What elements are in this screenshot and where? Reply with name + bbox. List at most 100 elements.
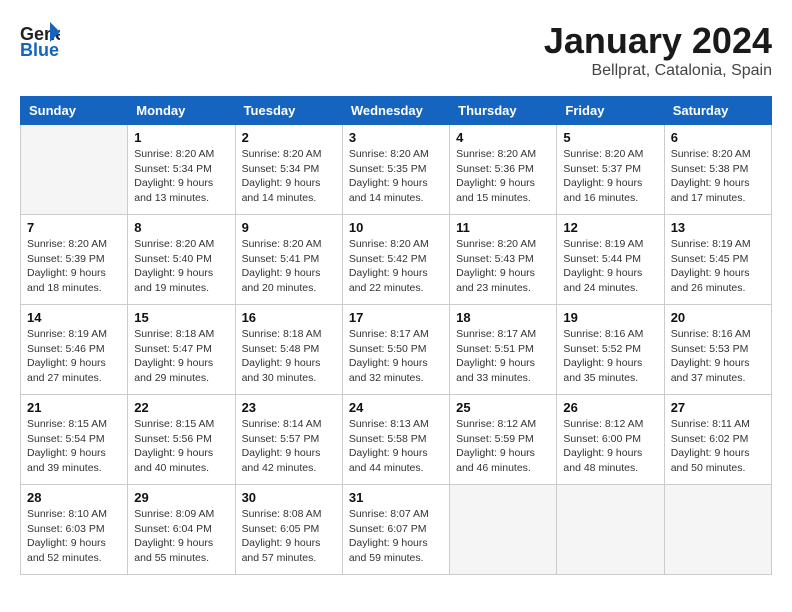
day-info: Sunrise: 8:16 AMSunset: 5:52 PMDaylight:… — [563, 327, 657, 386]
calendar-cell: 10 Sunrise: 8:20 AMSunset: 5:42 PMDayligh… — [342, 215, 449, 305]
calendar-cell: 9 Sunrise: 8:20 AMSunset: 5:41 PMDaylight… — [235, 215, 342, 305]
day-number: 10 — [349, 220, 443, 235]
day-number: 26 — [563, 400, 657, 415]
calendar-cell: 11 Sunrise: 8:20 AMSunset: 5:43 PMDayligh… — [450, 215, 557, 305]
calendar-cell: 25Sunrise: 8:12 AMSunset: 5:59 PMDayligh… — [450, 395, 557, 485]
day-info: Sunrise: 8:20 AMSunset: 5:42 PMDaylight:… — [349, 237, 443, 296]
day-number: 11 — [456, 220, 550, 235]
day-info: Sunrise: 8:19 AMSunset: 5:45 PMDaylight:… — [671, 237, 765, 296]
day-header-sunday: Sunday — [21, 97, 128, 125]
day-number: 2 — [242, 130, 336, 145]
calendar-cell: 2 Sunrise: 8:20 AMSunset: 5:34 PMDaylight… — [235, 125, 342, 215]
day-number: 7 — [27, 220, 121, 235]
week-row-4: 21 Sunrise: 8:15 AMSunset: 5:54 PMDayligh… — [21, 395, 772, 485]
day-header-monday: Monday — [128, 97, 235, 125]
day-info: Sunrise: 8:12 AMSunset: 5:59 PMDaylight:… — [456, 417, 550, 476]
day-info: Sunrise: 8:20 AMSunset: 5:40 PMDaylight:… — [134, 237, 228, 296]
calendar-cell: 28 Sunrise: 8:10 AMSunset: 6:03 PMDayligh… — [21, 485, 128, 575]
week-row-2: 7 Sunrise: 8:20 AMSunset: 5:39 PMDaylight… — [21, 215, 772, 305]
day-info: Sunrise: 8:20 AMSunset: 5:34 PMDaylight:… — [242, 147, 336, 206]
calendar-cell: 4 Sunrise: 8:20 AMSunset: 5:36 PMDaylight… — [450, 125, 557, 215]
day-number: 9 — [242, 220, 336, 235]
day-number: 1 — [134, 130, 228, 145]
day-info: Sunrise: 8:11 AMSunset: 6:02 PMDaylight:… — [671, 417, 765, 476]
day-info: Sunrise: 8:20 AMSunset: 5:36 PMDaylight:… — [456, 147, 550, 206]
day-header-saturday: Saturday — [664, 97, 771, 125]
day-number: 4 — [456, 130, 550, 145]
day-info: Sunrise: 8:14 AMSunset: 5:57 PMDaylight:… — [242, 417, 336, 476]
day-header-thursday: Thursday — [450, 97, 557, 125]
day-info: Sunrise: 8:20 AMSunset: 5:37 PMDaylight:… — [563, 147, 657, 206]
calendar-cell — [557, 485, 664, 575]
day-info: Sunrise: 8:20 AMSunset: 5:41 PMDaylight:… — [242, 237, 336, 296]
day-info: Sunrise: 8:12 AMSunset: 6:00 PMDaylight:… — [563, 417, 657, 476]
day-number: 5 — [563, 130, 657, 145]
calendar-cell: 17 Sunrise: 8:17 AMSunset: 5:50 PMDayligh… — [342, 305, 449, 395]
calendar-cell: 19 Sunrise: 8:16 AMSunset: 5:52 PMDayligh… — [557, 305, 664, 395]
calendar-cell: 7 Sunrise: 8:20 AMSunset: 5:39 PMDaylight… — [21, 215, 128, 305]
calendar-cell — [664, 485, 771, 575]
day-info: Sunrise: 8:13 AMSunset: 5:58 PMDaylight:… — [349, 417, 443, 476]
page-header: General Blue January 2024 Bellprat, Cata… — [20, 20, 772, 80]
calendar-cell: 15Sunrise: 8:18 AMSunset: 5:47 PMDayligh… — [128, 305, 235, 395]
day-info: Sunrise: 8:19 AMSunset: 5:46 PMDaylight:… — [27, 327, 121, 386]
calendar-cell: 24 Sunrise: 8:13 AMSunset: 5:58 PMDayligh… — [342, 395, 449, 485]
day-number: 16 — [242, 310, 336, 325]
calendar-cell: 1 Sunrise: 8:20 AMSunset: 5:34 PMDaylight… — [128, 125, 235, 215]
day-number: 29 — [134, 490, 228, 505]
calendar-cell — [450, 485, 557, 575]
week-row-5: 28 Sunrise: 8:10 AMSunset: 6:03 PMDayligh… — [21, 485, 772, 575]
day-number: 30 — [242, 490, 336, 505]
calendar-cell: 31Sunrise: 8:07 AMSunset: 6:07 PMDayligh… — [342, 485, 449, 575]
day-number: 17 — [349, 310, 443, 325]
day-info: Sunrise: 8:18 AMSunset: 5:48 PMDaylight:… — [242, 327, 336, 386]
day-number: 27 — [671, 400, 765, 415]
calendar-cell: 22 Sunrise: 8:15 AMSunset: 5:56 PMDayligh… — [128, 395, 235, 485]
day-info: Sunrise: 8:20 AMSunset: 5:34 PMDaylight:… — [134, 147, 228, 206]
day-info: Sunrise: 8:17 AMSunset: 5:50 PMDaylight:… — [349, 327, 443, 386]
day-number: 20 — [671, 310, 765, 325]
day-info: Sunrise: 8:19 AMSunset: 5:44 PMDaylight:… — [563, 237, 657, 296]
svg-text:Blue: Blue — [20, 40, 59, 58]
day-info: Sunrise: 8:09 AMSunset: 6:04 PMDaylight:… — [134, 507, 228, 566]
day-header-wednesday: Wednesday — [342, 97, 449, 125]
day-number: 21 — [27, 400, 121, 415]
day-number: 8 — [134, 220, 228, 235]
day-info: Sunrise: 8:17 AMSunset: 5:51 PMDaylight:… — [456, 327, 550, 386]
week-row-1: 1 Sunrise: 8:20 AMSunset: 5:34 PMDaylight… — [21, 125, 772, 215]
calendar-cell: 6Sunrise: 8:20 AMSunset: 5:38 PMDaylight… — [664, 125, 771, 215]
day-info: Sunrise: 8:16 AMSunset: 5:53 PMDaylight:… — [671, 327, 765, 386]
day-info: Sunrise: 8:20 AMSunset: 5:35 PMDaylight:… — [349, 147, 443, 206]
calendar-cell: 14Sunrise: 8:19 AMSunset: 5:46 PMDayligh… — [21, 305, 128, 395]
calendar-cell: 13Sunrise: 8:19 AMSunset: 5:45 PMDayligh… — [664, 215, 771, 305]
day-info: Sunrise: 8:20 AMSunset: 5:38 PMDaylight:… — [671, 147, 765, 206]
day-number: 23 — [242, 400, 336, 415]
day-number: 19 — [563, 310, 657, 325]
calendar-cell: 20 Sunrise: 8:16 AMSunset: 5:53 PMDayligh… — [664, 305, 771, 395]
logo-icon: General Blue — [20, 20, 60, 58]
day-info: Sunrise: 8:15 AMSunset: 5:54 PMDaylight:… — [27, 417, 121, 476]
day-header-tuesday: Tuesday — [235, 97, 342, 125]
calendar-cell: 23 Sunrise: 8:14 AMSunset: 5:57 PMDayligh… — [235, 395, 342, 485]
day-number: 28 — [27, 490, 121, 505]
day-info: Sunrise: 8:15 AMSunset: 5:56 PMDaylight:… — [134, 417, 228, 476]
day-number: 24 — [349, 400, 443, 415]
day-number: 18 — [456, 310, 550, 325]
day-info: Sunrise: 8:10 AMSunset: 6:03 PMDaylight:… — [27, 507, 121, 566]
day-number: 31 — [349, 490, 443, 505]
day-number: 12 — [563, 220, 657, 235]
calendar-header-row: SundayMondayTuesdayWednesdayThursdayFrid… — [21, 97, 772, 125]
day-number: 22 — [134, 400, 228, 415]
location-subtitle: Bellprat, Catalonia, Spain — [544, 62, 772, 80]
calendar-cell — [21, 125, 128, 215]
title-block: January 2024 Bellprat, Catalonia, Spain — [544, 20, 772, 80]
calendar-table: SundayMondayTuesdayWednesdayThursdayFrid… — [20, 96, 772, 575]
calendar-cell: 3Sunrise: 8:20 AMSunset: 5:35 PMDaylight… — [342, 125, 449, 215]
calendar-cell: 30Sunrise: 8:08 AMSunset: 6:05 PMDayligh… — [235, 485, 342, 575]
calendar-cell: 12 Sunrise: 8:19 AMSunset: 5:44 PMDayligh… — [557, 215, 664, 305]
day-info: Sunrise: 8:20 AMSunset: 5:39 PMDaylight:… — [27, 237, 121, 296]
calendar-cell: 18 Sunrise: 8:17 AMSunset: 5:51 PMDayligh… — [450, 305, 557, 395]
calendar-cell: 21 Sunrise: 8:15 AMSunset: 5:54 PMDayligh… — [21, 395, 128, 485]
day-info: Sunrise: 8:20 AMSunset: 5:43 PMDaylight:… — [456, 237, 550, 296]
logo: General Blue — [20, 20, 60, 58]
